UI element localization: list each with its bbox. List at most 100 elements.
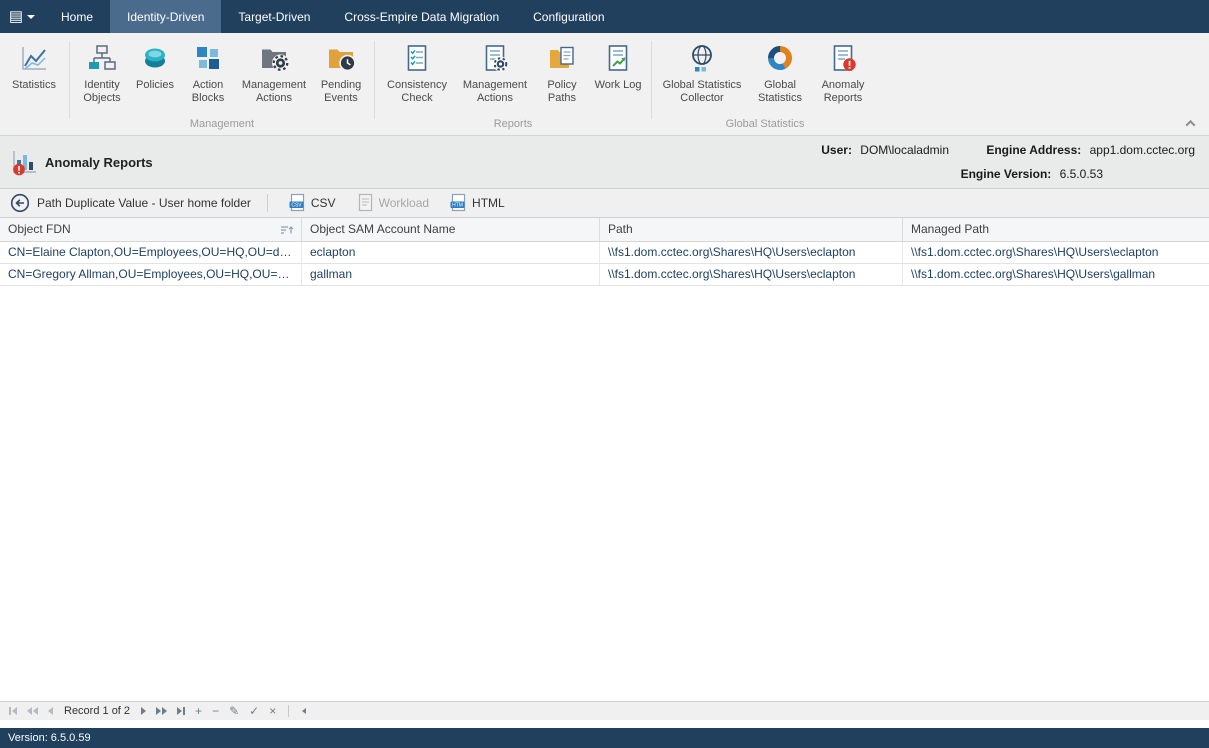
doc-alert-icon — [827, 42, 859, 74]
svg-text:CSV: CSV — [291, 203, 302, 209]
back-button[interactable]: Path Duplicate Value - User home folder — [8, 191, 257, 215]
ribbon-button-policy-paths[interactable]: Policy Paths — [535, 35, 589, 105]
ribbon-collapse-chevron-icon[interactable] — [1183, 117, 1197, 129]
doc-gear-icon — [479, 42, 511, 74]
ribbon-button-label: Management Actions — [236, 79, 312, 105]
column-header-label: Managed Path — [911, 218, 989, 241]
csv-export-button[interactable]: CSV CSV — [278, 190, 346, 216]
ribbon-group-statistics: Statistics — [0, 33, 68, 135]
nav-delete-record-button[interactable]: − — [207, 702, 224, 720]
column-header-label: Path — [608, 218, 633, 241]
ribbon-button-label: Policies — [136, 79, 174, 105]
tab-home[interactable]: Home — [44, 0, 110, 33]
cell-object-fdn: CN=Gregory Allman,OU=Employees,OU=HQ,OU=… — [0, 264, 302, 285]
user-value: DOM\localadmin — [860, 143, 949, 157]
nav-last-record-button[interactable] — [172, 702, 190, 720]
hscroll-track[interactable] — [312, 702, 1209, 720]
ribbon-button-global-statistics-collector[interactable]: Global Statistics Collector — [656, 35, 748, 105]
ribbon-button-consistency-check[interactable]: Consistency Check — [379, 35, 455, 105]
workload-export-button[interactable]: Workload — [346, 190, 439, 216]
ribbon-button-label: Pending Events — [312, 79, 370, 105]
table-row[interactable]: CN=Elaine Clapton,OU=Employees,OU=HQ,OU=… — [0, 242, 1209, 264]
doc-checklist-icon — [401, 42, 433, 74]
nav-previous-record-button[interactable] — [43, 702, 58, 720]
column-header-label: Object FDN — [8, 218, 71, 241]
report-toolbar: Path Duplicate Value - User home folder … — [0, 189, 1209, 218]
folder-doc-icon — [546, 42, 578, 74]
table-row[interactable]: CN=Gregory Allman,OU=Employees,OU=HQ,OU=… — [0, 264, 1209, 286]
ribbon-button-label: Identity Objects — [74, 79, 130, 105]
divider — [267, 194, 268, 212]
blocks-icon — [192, 42, 224, 74]
ribbon-button-action-blocks[interactable]: Action Blocks — [180, 35, 236, 105]
org-chart-icon — [86, 42, 118, 74]
top-menu-bar: ▤ Home Identity-Driven Target-Driven Cro… — [0, 0, 1209, 33]
nav-end-edit-button[interactable]: ✓ — [244, 702, 264, 720]
results-grid: Object FDN Object SAM Account Name Path … — [0, 218, 1209, 701]
html-icon: HTM — [449, 193, 467, 213]
table-header: Object FDN Object SAM Account Name Path … — [0, 218, 1209, 242]
cell-path: \\fs1.dom.cctec.org\Shares\HQ\Users\ecla… — [600, 264, 903, 285]
ribbon-button-statistics[interactable]: Statistics — [3, 35, 65, 105]
anomaly-reports-title-icon — [10, 148, 38, 176]
engine-info: User: DOM\localadmin Engine Address: app… — [821, 138, 1195, 186]
ribbon-group-divider — [69, 41, 70, 119]
cell-path: \\fs1.dom.cctec.org\Shares\HQ\Users\ecla… — [600, 242, 903, 263]
grid-empty-area — [0, 286, 1209, 701]
sort-ascending-icon[interactable] — [280, 224, 293, 236]
folder-gear-icon — [258, 42, 290, 74]
ribbon-group-reports: Consistency Check Management Actions — [376, 33, 650, 135]
ribbon-group-label — [3, 129, 65, 135]
column-header-object-fdn[interactable]: Object FDN — [0, 218, 302, 241]
ribbon-group-divider — [651, 41, 652, 119]
csv-icon: CSV — [288, 193, 306, 213]
ribbon-button-global-statistics[interactable]: Global Statistics — [748, 35, 812, 105]
nav-next-record-button[interactable] — [136, 702, 151, 720]
engine-address-label: Engine Address: — [986, 143, 1081, 157]
ribbon-button-label: Consistency Check — [379, 79, 455, 105]
engine-info-line-2: Engine Version: 6.5.0.53 — [961, 162, 1103, 186]
column-header-managed-path[interactable]: Managed Path — [903, 218, 1209, 241]
ribbon-button-label: Management Actions — [455, 79, 535, 105]
tab-identity-driven[interactable]: Identity-Driven — [110, 0, 221, 33]
ribbon-group-label: Reports — [379, 117, 647, 135]
ribbon-button-anomaly-reports[interactable]: Anomaly Reports — [812, 35, 874, 105]
cell-object-sam-account-name: eclapton — [302, 242, 600, 263]
record-count-label: Record 1 of 2 — [64, 705, 130, 717]
tab-target-driven[interactable]: Target-Driven — [221, 0, 327, 33]
nav-append-record-button[interactable]: + — [190, 702, 207, 720]
version-label: Version: 6.5.0.59 — [8, 732, 91, 744]
app-menu-icon: ▤ — [9, 9, 23, 24]
nav-edit-record-button[interactable]: ✎ — [224, 702, 244, 720]
nav-next-page-button[interactable] — [151, 702, 172, 720]
nav-first-record-button[interactable] — [4, 702, 22, 720]
nav-previous-page-button[interactable] — [22, 702, 43, 720]
app-menu-button[interactable]: ▤ — [0, 0, 44, 33]
html-export-button[interactable]: HTM HTML — [439, 190, 515, 216]
ribbon: Statistics Identity Objects — [0, 33, 1209, 136]
hscroll-left-arrow[interactable] — [296, 702, 312, 720]
column-header-path[interactable]: Path — [600, 218, 903, 241]
workload-icon — [356, 193, 374, 213]
column-header-object-sam-account-name[interactable]: Object SAM Account Name — [302, 218, 600, 241]
ribbon-button-identity-objects[interactable]: Identity Objects — [74, 35, 130, 105]
ribbon-group-label: Management — [74, 117, 370, 135]
form-spacer — [0, 720, 1209, 728]
svg-text:HTM: HTM — [452, 203, 463, 209]
ribbon-button-policies[interactable]: Policies — [130, 35, 180, 105]
tab-cross-empire-data-migration[interactable]: Cross-Empire Data Migration — [327, 0, 516, 33]
cell-managed-path: \\fs1.dom.cctec.org\Shares\HQ\Users\ecla… — [903, 242, 1209, 263]
policies-icon — [139, 42, 171, 74]
ribbon-button-label: Statistics — [12, 79, 56, 105]
donut-chart-icon — [764, 42, 796, 74]
engine-address-value: app1.dom.cctec.org — [1090, 143, 1195, 157]
ribbon-button-management-actions[interactable]: Management Actions — [236, 35, 312, 105]
nav-cancel-edit-button[interactable]: × — [264, 702, 281, 720]
ribbon-button-work-log[interactable]: Work Log — [589, 35, 647, 105]
page-title: Anomaly Reports — [45, 155, 153, 170]
ribbon-button-management-actions-report[interactable]: Management Actions — [455, 35, 535, 105]
tab-configuration[interactable]: Configuration — [516, 0, 621, 33]
report-name-label: Path Duplicate Value - User home folder — [37, 196, 251, 210]
doc-chart-icon — [602, 42, 634, 74]
ribbon-button-pending-events[interactable]: Pending Events — [312, 35, 370, 105]
